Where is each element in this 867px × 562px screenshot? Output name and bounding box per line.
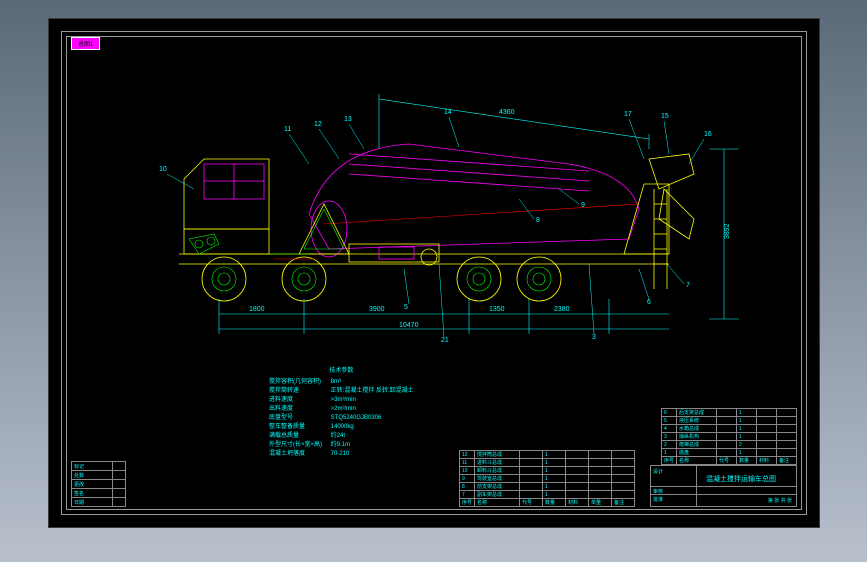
spec-row: 底盘型号 STQ5240GJB0306 [269, 414, 414, 423]
bom-row: 11进料斗总成1 [460, 459, 635, 467]
svg-text:17: 17 [624, 111, 632, 118]
bom-row: 12搅拌筒总成1 [460, 451, 635, 459]
svg-text:7: 7 [686, 282, 690, 289]
drawing-tag: 总图1 [71, 37, 100, 50]
revision-row: 标记 [72, 462, 126, 471]
dim-overall-height: 3892 [724, 223, 731, 239]
spec-row: 出料速度 >2m³/min [269, 405, 414, 414]
spec-row: 整车整备质量 14000kg [269, 423, 414, 432]
dim-rear-axle-1: 1350 [489, 306, 505, 313]
svg-text:10: 10 [159, 166, 167, 173]
bom-table-left: 12搅拌筒总成111进料斗总成110卸料斗总成19驾驶室总成18前支架总成17副… [459, 450, 635, 507]
bom-row: 10卸料斗总成1 [460, 467, 635, 475]
svg-text:13: 13 [344, 116, 352, 123]
revision-row: 日期 [72, 498, 126, 507]
spec-row: 进料速度 >3m³/min [269, 396, 414, 405]
spec-title: 技术参数 [269, 367, 414, 376]
dim-rear-axle-2: 2380 [554, 306, 570, 313]
revision-row: 处数 [72, 471, 126, 480]
concrete-mixer-truck-drawing: 4360 3892 1800 3900 1350 2380 10470 [149, 89, 749, 349]
svg-text:16: 16 [704, 131, 712, 138]
bom-row: 7副车架总成1 [460, 491, 635, 499]
dim-drum-length: 4360 [499, 109, 515, 116]
svg-text:5: 5 [404, 304, 408, 311]
svg-text:9: 9 [581, 202, 585, 209]
bom-table-right: 6后支架总成15液压系统14水箱总成13操纵机构12爬梯总成21底盘1序号名称代… [661, 408, 797, 465]
bom-row: 2爬梯总成2 [661, 441, 796, 449]
technical-parameters-block: 技术参数 搅拌容积(几何容积) 8m³搅拌筒转速 正转:混凝土搅拌 反转:卸混凝… [269, 367, 414, 459]
cad-viewport[interactable]: 总图1 4360 3892 1800 3900 1350 2380 10470 [48, 18, 820, 528]
spec-row: 搅拌筒转速 正转:混凝土搅拌 反转:卸混凝土 [269, 387, 414, 396]
bom-row: 序号名称代号数量材料单重备注 [460, 499, 635, 507]
spec-row: 满载总质量 约24t [269, 432, 414, 441]
bom-row: 1底盘1 [661, 449, 796, 457]
bom-row: 序号名称代号数量材料备注 [661, 457, 796, 465]
dim-front-axle-1: 1800 [249, 306, 265, 313]
title-block: 混凝土搅拌运输车总图 第 张 共 张 设计 审核 批准 [650, 465, 797, 507]
spec-row: 外型尺寸(长×宽×高) 约9.1m [269, 441, 414, 450]
revision-row: 更改 [72, 480, 126, 489]
bom-row: 8前支架总成1 [460, 483, 635, 491]
svg-text:6: 6 [647, 299, 651, 306]
revision-table: 标记处数更改签名日期 [71, 461, 126, 507]
svg-text:3: 3 [592, 334, 596, 341]
svg-text:8: 8 [536, 217, 540, 224]
svg-text:12: 12 [314, 121, 322, 128]
svg-text:15: 15 [661, 113, 669, 120]
bom-row: 6后支架总成1 [661, 409, 796, 417]
svg-text:11: 11 [284, 126, 291, 133]
dim-overall-length: 10470 [399, 322, 419, 329]
spec-row: 搅拌容积(几何容积) 8m³ [269, 378, 414, 387]
sheet-info: 第 张 共 张 [768, 497, 792, 504]
bom-row: 5液压系统1 [661, 417, 796, 425]
dim-mid-axle: 3900 [369, 306, 385, 313]
spec-row: 混凝土坍落度 70-210 [269, 450, 414, 459]
bom-row: 3操纵机构1 [661, 433, 796, 441]
revision-row: 签名 [72, 489, 126, 498]
bom-row: 9驾驶室总成1 [460, 475, 635, 483]
drawing-title: 混凝土搅拌运输车总图 [706, 474, 776, 484]
svg-text:21: 21 [441, 337, 449, 344]
bom-row: 4水箱总成1 [661, 425, 796, 433]
svg-text:14: 14 [444, 109, 452, 116]
